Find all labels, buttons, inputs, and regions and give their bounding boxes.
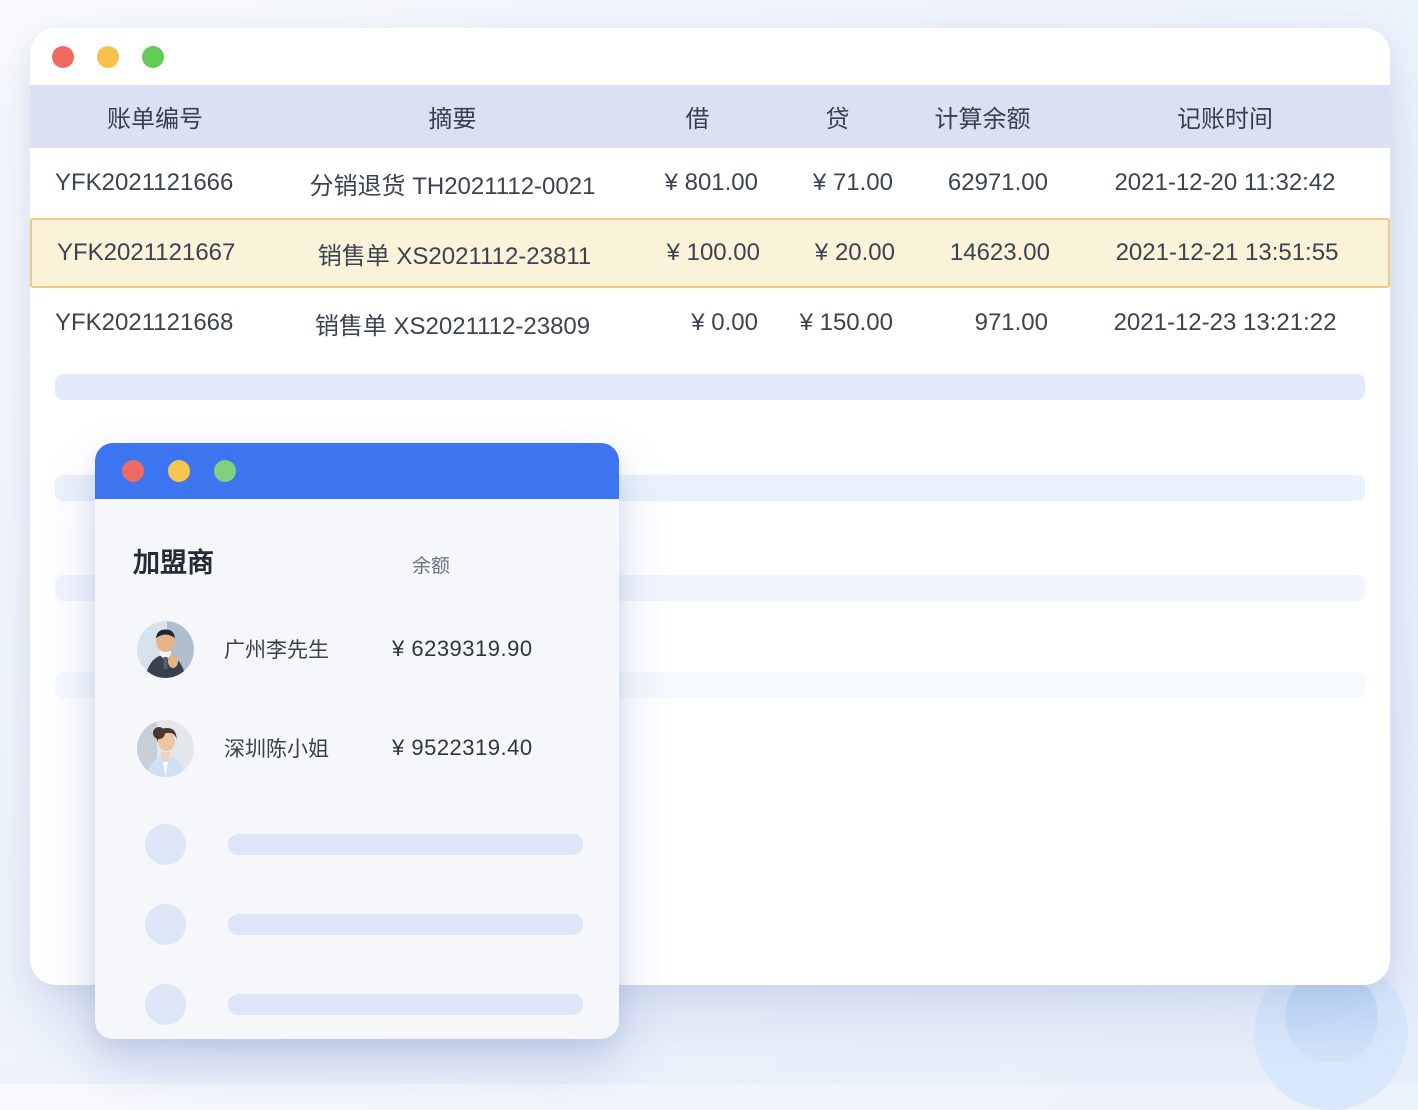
cell-summary: 销售单 XS2021112-23809 xyxy=(280,306,625,341)
table-row[interactable]: YFK2021121668 销售单 XS2021112-23809 ¥ 0.00… xyxy=(30,288,1390,358)
header-bill-no: 账单编号 xyxy=(30,99,280,134)
popup-minimize-button[interactable] xyxy=(168,460,190,482)
franchisee-name: 深圳陈小姐 xyxy=(224,733,382,763)
man-avatar xyxy=(137,621,194,678)
cell-bill-no: YFK2021121666 xyxy=(30,169,280,197)
popup-header-labels: 加盟商 余额 xyxy=(95,499,619,580)
cell-balance: 14623.00 xyxy=(907,239,1062,267)
cell-debit: ¥ 100.00 xyxy=(627,239,772,267)
popup-titlebar xyxy=(95,443,619,499)
cell-credit: ¥ 150.00 xyxy=(770,309,905,337)
skeleton-avatar xyxy=(145,904,186,945)
cell-balance: 971.00 xyxy=(905,309,1060,337)
skeleton-list-item xyxy=(95,984,619,1025)
skeleton-line xyxy=(228,834,583,855)
skeleton-avatar xyxy=(145,984,186,1025)
skeleton-avatar xyxy=(145,824,186,865)
window-titlebar xyxy=(30,28,1390,85)
skeleton-list-item xyxy=(95,904,619,945)
balance-column-label: 余额 xyxy=(412,551,450,578)
skeleton-line xyxy=(228,914,583,935)
woman-avatar xyxy=(137,720,194,777)
cell-credit: ¥ 20.00 xyxy=(772,239,907,267)
header-debit: 借 xyxy=(625,99,770,134)
franchisee-balance: ¥ 9522319.40 xyxy=(392,735,533,761)
header-summary: 摘要 xyxy=(280,99,625,134)
cell-time: 2021-12-23 13:21:22 xyxy=(1060,309,1390,337)
cell-debit: ¥ 0.00 xyxy=(625,309,770,337)
cell-balance: 62971.00 xyxy=(905,169,1060,197)
table-header-row: 账单编号 摘要 借 贷 计算余额 记账时间 xyxy=(30,85,1390,148)
popup-zoom-button[interactable] xyxy=(214,460,236,482)
skeleton-line xyxy=(228,994,583,1015)
franchisee-popup: 加盟商 余额 广州李先生 ¥ 6239319.90 xyxy=(95,443,619,1039)
cell-credit: ¥ 71.00 xyxy=(770,169,905,197)
skeleton-row-bar xyxy=(55,374,1365,400)
cell-summary: 分销退货 TH2021112-0021 xyxy=(280,166,625,201)
table-row[interactable]: YFK2021121666 分销退货 TH2021112-0021 ¥ 801.… xyxy=(30,148,1390,218)
header-balance: 计算余额 xyxy=(905,99,1060,134)
franchisee-row[interactable]: 深圳陈小姐 ¥ 9522319.40 xyxy=(95,719,619,777)
cell-debit: ¥ 801.00 xyxy=(625,169,770,197)
cell-time: 2021-12-21 13:51:55 xyxy=(1062,239,1392,267)
franchisee-name: 广州李先生 xyxy=(224,634,382,664)
franchisee-row[interactable]: 广州李先生 ¥ 6239319.90 xyxy=(95,620,619,678)
cell-time: 2021-12-20 11:32:42 xyxy=(1060,169,1390,197)
popup-close-button[interactable] xyxy=(122,460,144,482)
minimize-button[interactable] xyxy=(97,46,119,68)
popup-title: 加盟商 xyxy=(133,541,214,580)
cell-bill-no: YFK2021121667 xyxy=(32,239,282,267)
bills-table: 账单编号 摘要 借 贷 计算余额 记账时间 YFK2021121666 分销退货… xyxy=(30,85,1390,358)
header-time: 记账时间 xyxy=(1060,99,1390,134)
zoom-button[interactable] xyxy=(142,46,164,68)
header-credit: 贷 xyxy=(770,99,905,134)
cell-bill-no: YFK2021121668 xyxy=(30,309,280,337)
skeleton-list-item xyxy=(95,824,619,865)
close-button[interactable] xyxy=(52,46,74,68)
franchisee-balance: ¥ 6239319.90 xyxy=(392,636,533,662)
table-row-selected[interactable]: YFK2021121667 销售单 XS2021112-23811 ¥ 100.… xyxy=(30,218,1390,288)
cell-summary: 销售单 XS2021112-23811 xyxy=(282,236,627,271)
